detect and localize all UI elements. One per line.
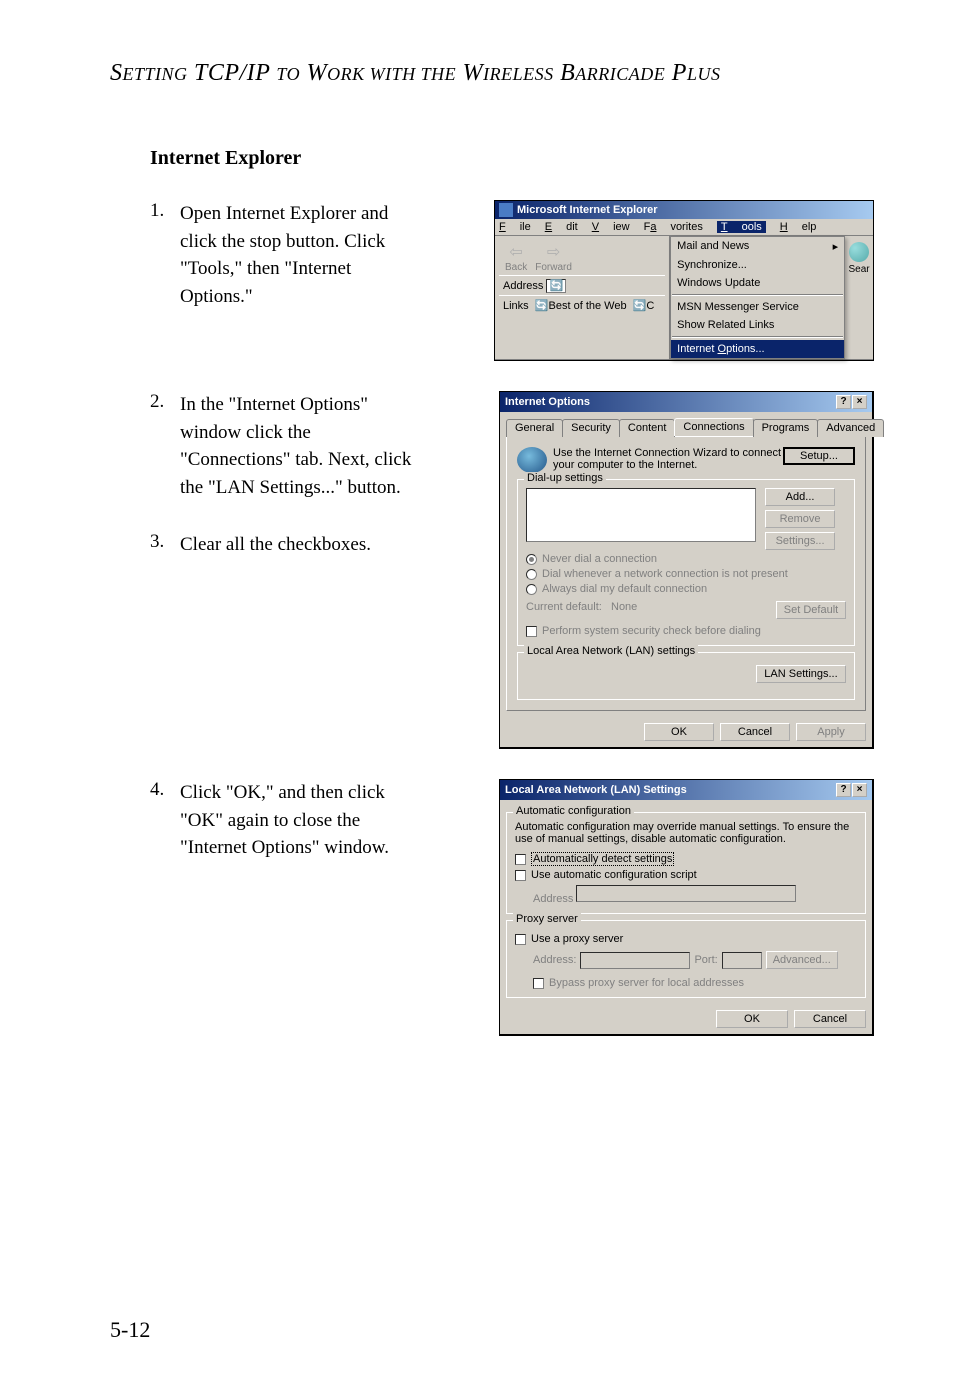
auto-script-check[interactable]: Use automatic configuration script [515, 869, 857, 881]
perform-check: Perform system security check before dia… [526, 625, 846, 637]
tab-advanced[interactable]: Advanced [817, 419, 884, 437]
menu-msn-messenger[interactable]: MSN Messenger Service [671, 298, 844, 316]
auto-detect-check[interactable]: Automatically detect settings [515, 853, 857, 865]
menu-view[interactable]: View [592, 221, 630, 233]
lan-cancel-button[interactable]: Cancel [794, 1010, 866, 1028]
radio-never: Never dial a connection [526, 553, 846, 565]
menu-synchronize[interactable]: Synchronize... [671, 256, 844, 274]
auto-config-text: Automatic configuration may override man… [515, 821, 857, 845]
proxy-address-input [580, 952, 690, 969]
menu-edit[interactable]: Edit [545, 221, 578, 233]
auto-config-label: Automatic configuration [513, 805, 634, 817]
dlg-title: Internet Options [505, 396, 590, 408]
use-proxy-check[interactable]: Use a proxy server [515, 933, 857, 945]
ok-button[interactable]: OK [644, 723, 714, 741]
tab-general[interactable]: General [506, 419, 563, 437]
menu-help[interactable]: Help [780, 221, 817, 233]
links-bar: Links 🔄Best of the Web 🔄C [499, 295, 665, 315]
ie-titlebar: Microsoft Internet Explorer [495, 201, 873, 219]
links-best[interactable]: Best of the Web [549, 300, 627, 312]
ie-window: Microsoft Internet Explorer File Edit Vi… [494, 200, 874, 361]
bypass-check: Bypass proxy server for local addresses [533, 977, 857, 989]
ie-icon [499, 203, 513, 217]
search-button[interactable]: Sear [845, 236, 873, 359]
tools-dropdown: Mail and News▸ Synchronize... Windows Up… [670, 236, 845, 359]
lan-dlg-title: Local Area Network (LAN) Settings [505, 784, 687, 796]
setup-button[interactable]: Setup... [783, 447, 855, 465]
tab-connections[interactable]: Connections [674, 418, 753, 436]
address-input[interactable]: 🔄 [546, 279, 566, 293]
radio-always: Always dial my default connection [526, 583, 846, 595]
back-button[interactable]: ⇦Back [505, 242, 527, 273]
menu-internet-options[interactable]: Internet Options... [671, 340, 844, 358]
menu-mail-news[interactable]: Mail and News▸ [671, 237, 844, 256]
step-num-1: 1. [150, 200, 180, 222]
tab-content[interactable]: Content [619, 419, 676, 437]
step-text-4: Click "OK," and then click "OK" again to… [180, 779, 430, 862]
step-text-2: In the "Internet Options" window click t… [180, 391, 430, 501]
setdefault-button: Set Default [776, 601, 846, 619]
lan-settings-dialog: Local Area Network (LAN) Settings ? × Au… [499, 779, 874, 1036]
forward-button[interactable]: ⇨Forward [535, 242, 572, 273]
dialup-list[interactable] [526, 488, 756, 542]
menu-tools[interactable]: Tools [717, 221, 766, 233]
lan-help-button[interactable]: ? [836, 783, 851, 797]
tab-programs[interactable]: Programs [753, 419, 819, 437]
wizard-text: Use the Internet Connection Wizard to co… [553, 447, 783, 471]
address-bar: Address 🔄 [499, 275, 665, 295]
radio-whenever: Dial whenever a network connection is no… [526, 568, 846, 580]
lan-settings-button[interactable]: LAN Settings... [756, 665, 846, 683]
proxy-label: Proxy server [513, 913, 581, 925]
remove-button: Remove [765, 510, 835, 528]
tab-security[interactable]: Security [562, 419, 620, 437]
step-num-2: 2. [150, 391, 180, 501]
search-icon [849, 242, 869, 262]
step-num-4: 4. [150, 779, 180, 801]
settings-button: Settings... [765, 532, 835, 550]
globe-icon [517, 447, 547, 473]
help-button[interactable]: ? [836, 395, 851, 409]
menu-windows-update[interactable]: Windows Update [671, 274, 844, 292]
close-button[interactable]: × [852, 395, 867, 409]
ie-menubar: File Edit View Favorites Tools Help [495, 219, 873, 236]
add-button[interactable]: Add... [765, 488, 835, 506]
lan-ok-button[interactable]: OK [716, 1010, 788, 1028]
menu-related-links[interactable]: Show Related Links [671, 316, 844, 334]
menu-file[interactable]: File [499, 221, 531, 233]
cancel-button[interactable]: Cancel [720, 723, 790, 741]
proxy-port-input [722, 952, 762, 969]
script-address-input [576, 885, 796, 902]
apply-button: Apply [796, 723, 866, 741]
page-heading: SETTING TCP/IP TO WORK WITH THE WIRELESS… [110, 60, 874, 87]
ie-title: Microsoft Internet Explorer [517, 204, 658, 216]
proxy-advanced-button: Advanced... [766, 951, 838, 969]
page-number: 5-12 [110, 1317, 150, 1343]
step-text-3: Clear all the checkboxes. [180, 531, 430, 559]
menu-favorites[interactable]: Favorites [644, 221, 703, 233]
lan-close-button[interactable]: × [852, 783, 867, 797]
internet-options-dialog: Internet Options ? × General Security Co… [499, 391, 874, 749]
step-text-1: Open Internet Explorer and click the sto… [180, 200, 430, 310]
section-title: Internet Explorer [150, 147, 874, 170]
lan-label: Local Area Network (LAN) settings [524, 645, 698, 657]
dialup-label: Dial-up settings [524, 472, 606, 484]
step-num-3: 3. [150, 531, 180, 559]
